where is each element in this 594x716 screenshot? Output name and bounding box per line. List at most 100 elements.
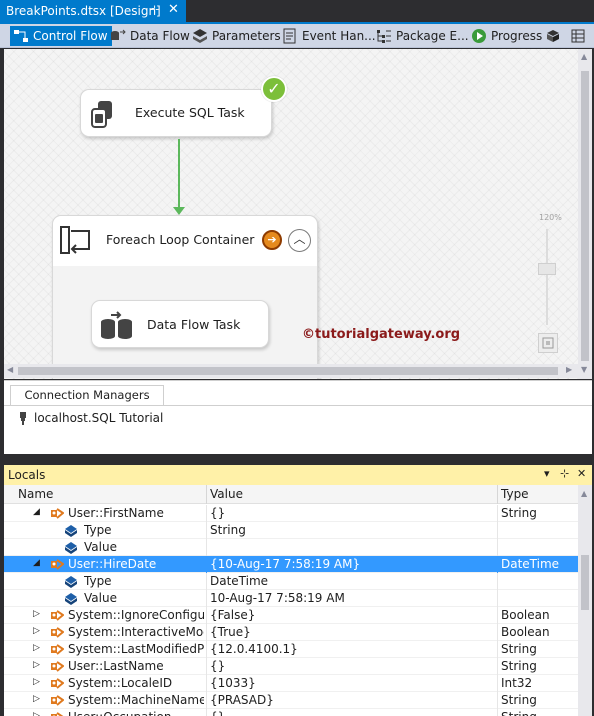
scroll-up-icon[interactable]: ▲ (581, 52, 587, 61)
cell-name: User::FirstName (68, 506, 164, 520)
cell-type: String (501, 693, 537, 707)
scroll-up-icon[interactable]: ▲ (581, 489, 587, 498)
scroll-right-icon[interactable]: ▶ (566, 365, 572, 374)
pin-icon[interactable]: ⊹ (150, 3, 159, 16)
table-row[interactable]: ▷ System::MachineName {PRASAD} String (4, 692, 578, 709)
cell-type: String (501, 506, 537, 520)
cell-name: Type (84, 523, 112, 537)
data-flow-icon (110, 28, 126, 44)
scroll-left-icon[interactable]: ◀ (7, 365, 13, 374)
cell-name: System::IgnoreConfigurat (68, 608, 204, 622)
collapse-button[interactable]: ︿ (288, 229, 311, 252)
column-gridline (497, 658, 498, 675)
tab-package-explorer[interactable]: Package E... (376, 26, 469, 46)
canvas-horizontal-scrollbar[interactable]: ◀ ▶ (4, 364, 578, 378)
cell-value: DateTime (210, 574, 269, 588)
document-tab-title: BreakPoints.dtsx [Design] (6, 4, 161, 18)
table-row[interactable]: ▷ System::IgnoreConfigurat {False} Boolean (4, 607, 578, 624)
expand-toggle-icon[interactable]: ◢ (33, 558, 40, 568)
column-value[interactable]: Value (210, 487, 243, 501)
tab-event-handlers[interactable]: Event Han... (282, 26, 376, 46)
zoom-to-fit-button[interactable] (538, 333, 558, 353)
cell-name: System::LocaleID (68, 676, 173, 690)
container-body[interactable]: Data Flow Task (53, 266, 317, 379)
column-gridline (206, 539, 207, 556)
column-gridline (206, 624, 207, 641)
grid-icon (570, 28, 586, 44)
table-row[interactable]: ▷ System::InteractiveMode {True} Boolean (4, 624, 578, 641)
locals-vertical-scrollbar[interactable]: ▲ (578, 485, 592, 716)
close-icon[interactable]: ✕ (577, 467, 586, 480)
window-menu-icon[interactable]: ▾ (544, 467, 550, 480)
property-icon (65, 525, 77, 537)
execute-sql-task-label: Execute SQL Task (135, 105, 245, 120)
column-name[interactable]: Name (18, 487, 53, 501)
table-row[interactable]: ◢ User::HireDate {10-Aug-17 7:58:19 AM} Dat… (4, 556, 578, 573)
tab-progress[interactable]: Progress (471, 26, 542, 46)
tab-data-flow[interactable]: Data Flow (110, 26, 190, 46)
package-icon (545, 28, 561, 44)
document-tab[interactable]: BreakPoints.dtsx [Design] ⊹ ✕ (0, 0, 186, 22)
table-row[interactable]: ◢ User::FirstName {} String (4, 505, 578, 522)
connection-manager-item[interactable]: localhost.SQL Tutorial (18, 411, 163, 425)
table-row[interactable]: ▷ User::Occupation {} String (4, 709, 578, 716)
pin-icon[interactable]: ⊹ (560, 467, 569, 480)
expand-toggle-icon[interactable]: ▷ (33, 609, 40, 619)
cell-type: String (501, 642, 537, 656)
zoom-level: 120% (539, 213, 562, 222)
canvas-vertical-scrollbar[interactable]: ▲ ▼ (578, 49, 592, 379)
expand-toggle-icon[interactable]: ▷ (33, 626, 40, 636)
cell-name: Value (84, 591, 117, 605)
control-flow-canvas[interactable]: Execute SQL Task ✓ Foreach Loop Containe… (4, 49, 578, 379)
column-divider[interactable] (206, 485, 207, 504)
scroll-thumb[interactable] (18, 367, 558, 375)
execute-sql-task-icon (89, 99, 119, 129)
table-row[interactable]: ▷ System::LastModifiedProc {12.0.4100.1} St… (4, 641, 578, 658)
designer-tab-bar: Control Flow Data Flow Parameters Event … (0, 24, 594, 48)
data-flow-task[interactable]: Data Flow Task (91, 300, 269, 348)
foreach-loop-icon (59, 225, 91, 255)
toolbar-grid-button[interactable] (570, 26, 590, 46)
expand-toggle-icon[interactable]: ◢ (33, 507, 40, 517)
cell-name: System::MachineName (68, 693, 204, 707)
breakpoint-icon[interactable]: ➔ (262, 230, 282, 250)
table-row[interactable]: Type String (4, 522, 578, 539)
table-row[interactable]: ▷ System::LocaleID {1033} Int32 (4, 675, 578, 692)
column-divider[interactable] (497, 485, 498, 504)
cell-type: DateTime (501, 557, 560, 571)
data-flow-task-icon (98, 310, 134, 340)
column-gridline (497, 556, 498, 573)
tab-parameters[interactable]: Parameters (192, 26, 281, 46)
zoom-slider-thumb[interactable] (538, 263, 556, 275)
expand-toggle-icon[interactable]: ▷ (33, 677, 40, 687)
expand-toggle-icon[interactable]: ▷ (33, 711, 40, 716)
column-gridline (206, 573, 207, 590)
connection-managers-tab[interactable]: Connection Managers (10, 385, 164, 405)
expand-toggle-icon[interactable]: ▷ (33, 643, 40, 653)
table-row[interactable]: Type DateTime (4, 573, 578, 590)
precedence-constraint-arrow[interactable] (178, 139, 180, 209)
zoom-slider-track[interactable] (546, 229, 548, 325)
variable-icon (51, 695, 64, 706)
expand-toggle-icon[interactable]: ▷ (33, 694, 40, 704)
scroll-thumb[interactable] (581, 555, 589, 610)
table-row[interactable]: ▷ User::LastName {} String (4, 658, 578, 675)
cell-value: {False} (210, 608, 256, 622)
table-row[interactable]: Value (4, 539, 578, 556)
execute-sql-task[interactable]: Execute SQL Task (80, 89, 272, 137)
cell-name: System::LastModifiedProc (68, 642, 204, 656)
column-gridline (497, 539, 498, 556)
column-type[interactable]: Type (501, 487, 529, 501)
variable-icon (51, 678, 64, 689)
table-row[interactable]: Value 10-Aug-17 7:58:19 AM (4, 590, 578, 607)
close-icon[interactable]: ✕ (168, 2, 179, 17)
parameters-icon (192, 28, 208, 44)
arrow-head-icon (173, 207, 185, 215)
expand-toggle-icon[interactable]: ▷ (33, 660, 40, 670)
toolbar-package-button[interactable] (545, 26, 565, 46)
tab-control-flow[interactable]: Control Flow (10, 26, 112, 46)
scroll-thumb[interactable] (581, 71, 589, 361)
scroll-down-icon[interactable]: ▼ (581, 365, 587, 374)
cell-value: {1033} (210, 676, 256, 690)
column-gridline (206, 641, 207, 658)
